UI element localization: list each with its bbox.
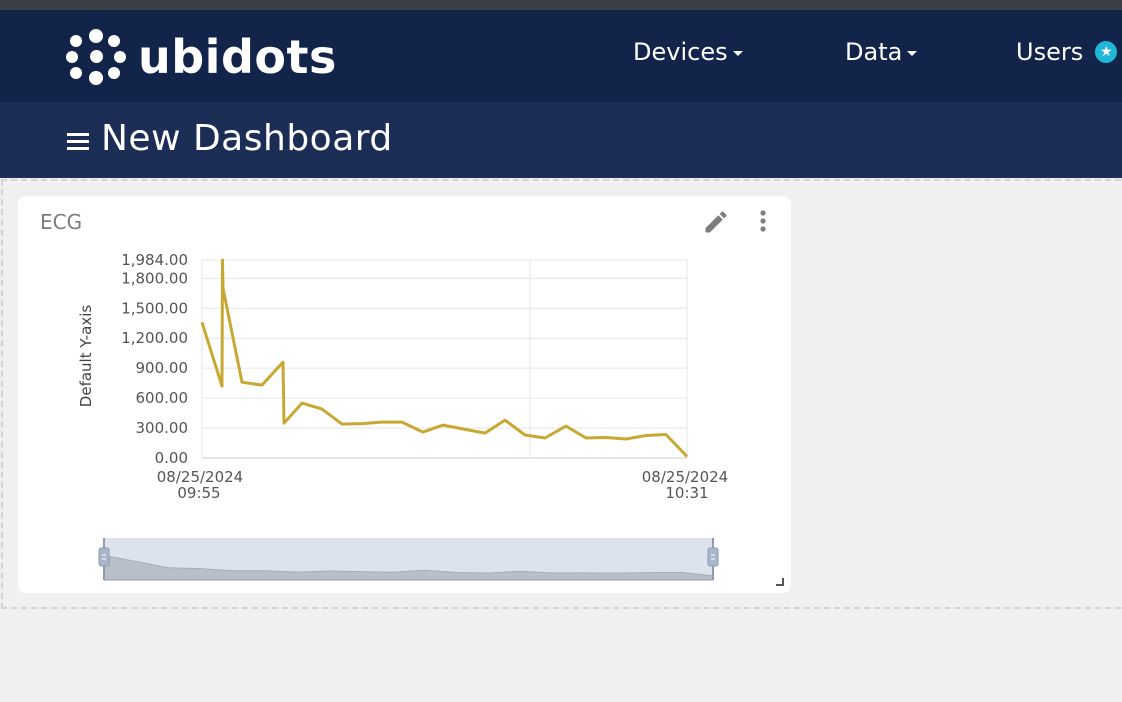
brand-name: ubidots [138,30,337,84]
nav-users-label: Users [1016,38,1084,66]
ecg-widget: ECG 0.00 300.00 600.00 900.00 1,200.00 1,500.… [18,196,791,593]
navigator[interactable] [98,538,719,581]
y-tick-label: 1,800.00 [121,269,188,287]
top-navbar: ubidots Devices Data Users ★ [0,10,1122,102]
x-tick-time: 09:55 [177,484,220,502]
navigator-handle-left[interactable] [98,547,110,567]
nav-devices-label: Devices [633,38,728,66]
ecg-line-chart: 0.00 300.00 600.00 900.00 1,200.00 1,500.00 1,… [77,251,728,581]
nav-users[interactable]: Users ★ [1016,38,1118,66]
chevron-down-icon [732,51,743,56]
y-tick-label: 1,984.00 [121,251,188,269]
y-tick-label: 1,500.00 [121,299,188,317]
dashboard-title[interactable]: New Dashboard [101,118,393,159]
navigator-handle-right[interactable] [707,547,719,567]
y-tick-label: 900.00 [136,359,189,377]
nav-data-label: Data [845,38,903,66]
y-tick-label: 600.00 [136,389,189,407]
y-axis-label: Default Y-axis [77,305,95,408]
ubidots-logo-icon [66,27,126,87]
resize-handle-icon[interactable] [776,578,785,587]
nav-devices[interactable]: Devices [633,38,743,66]
nav-data[interactable]: Data [845,38,918,66]
chevron-down-icon [907,51,918,56]
y-tick-label: 0.00 [155,449,188,467]
y-tick-label: 1,200.00 [121,329,188,347]
x-tick-time: 10:31 [665,484,708,502]
y-tick-label: 300.00 [136,419,189,437]
menu-icon[interactable] [67,133,89,151]
series-line [200,258,689,458]
window-top-strip [0,0,1122,10]
brand-logo[interactable]: ubidots [66,26,337,88]
star-icon: ★ [1095,41,1118,63]
